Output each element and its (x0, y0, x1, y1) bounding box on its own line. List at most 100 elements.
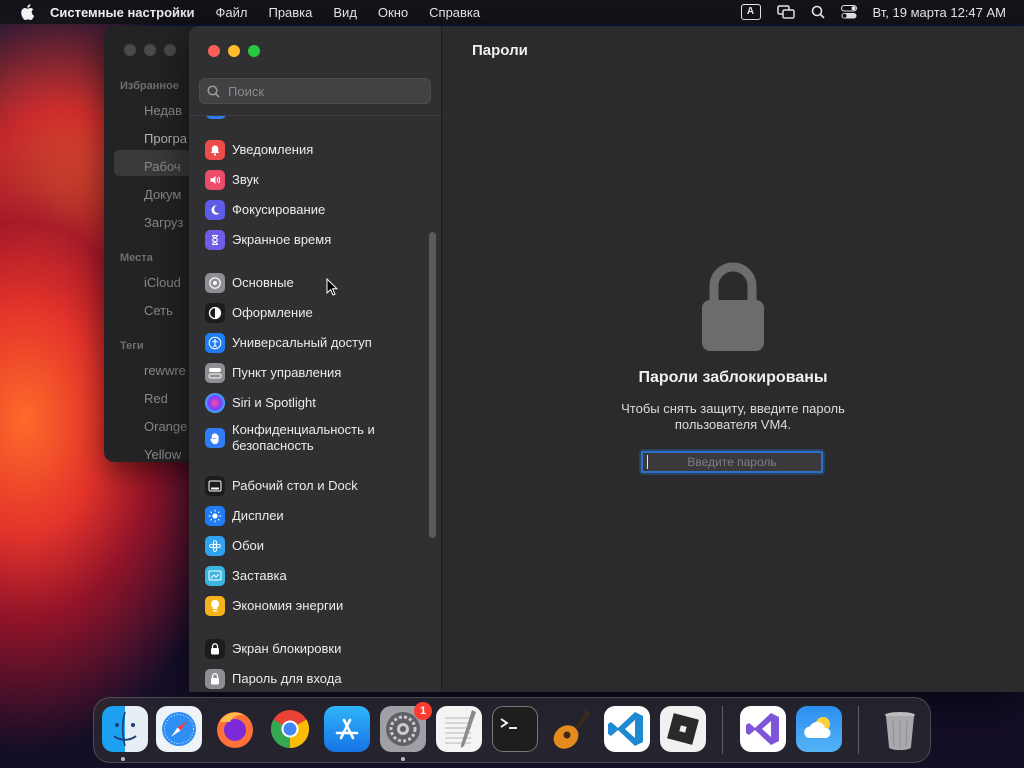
sidebar-item-screen-time[interactable]: Экранное время (205, 228, 427, 252)
bulb-icon (205, 596, 225, 616)
dock-roblox[interactable] (660, 706, 706, 752)
sidebar-item-control-center[interactable]: Пункт управления (205, 361, 427, 385)
sidebar-item-accessibility[interactable]: Универсальный доступ (205, 331, 427, 355)
sidebar-item-login-password[interactable]: Пароль для входа (205, 667, 427, 691)
dock-textedit[interactable] (436, 706, 482, 752)
sidebar-item-energy-saver[interactable]: Экономия энергии (205, 594, 427, 618)
dock-icon (205, 476, 225, 496)
running-indicator (401, 757, 405, 761)
search-input[interactable] (226, 82, 420, 100)
sidebar-scrollbar[interactable] (429, 232, 436, 538)
menu-window[interactable]: Окно (378, 5, 408, 20)
sun-icon (205, 506, 225, 526)
app-store-icon (335, 718, 359, 740)
window-controls (208, 45, 260, 57)
screensaver-icon (205, 566, 225, 586)
finder-item[interactable]: Недав (144, 103, 182, 118)
zoom-button[interactable] (248, 45, 260, 57)
dock-vscode[interactable] (604, 706, 650, 752)
sidebar-item-label: Экранное время (232, 232, 332, 247)
sidebar-item-label: Обои (232, 538, 265, 553)
sidebar-list[interactable]: Уведомления Звук Фокусирование Экранное … (189, 116, 441, 692)
search-field[interactable] (199, 78, 431, 104)
dock-safari[interactable] (156, 706, 202, 752)
sidebar-item-screensaver[interactable]: Заставка (205, 564, 427, 588)
bell-icon (205, 140, 225, 160)
hand-icon (205, 428, 225, 448)
finder-tag[interactable]: Orange (144, 419, 187, 434)
firefox-icon (217, 712, 253, 748)
sidebar-item-label: Дисплеи (232, 508, 284, 523)
sidebar-item-lock-screen[interactable]: Экран блокировки (205, 637, 427, 661)
sidebar-item-label: Звук (232, 172, 259, 187)
passwords-pane: Пароли Пароли заблокированы Чтобы снять … (442, 26, 1024, 692)
password-field[interactable] (641, 451, 823, 473)
dock-garageband[interactable] (548, 706, 594, 752)
menu-bar: Системные настройки Файл Правка Вид Окно… (0, 0, 1024, 24)
finder-item[interactable]: Програ (144, 131, 187, 146)
dock-firefox[interactable] (212, 706, 258, 752)
spotlight-search-icon[interactable] (811, 5, 825, 19)
sidebar-item-label: Экономия энергии (232, 598, 344, 613)
menu-clock[interactable]: Вт, 19 марта 12:47 AM (873, 5, 1006, 20)
sidebar-item-siri-spotlight[interactable]: Siri и Spotlight (205, 391, 427, 415)
hourglass-icon (205, 230, 225, 250)
sidebar-item-label: Экран блокировки (232, 641, 342, 656)
finder-tag[interactable]: Yellow (144, 447, 181, 462)
sidebar-item-label: Оформление (232, 305, 313, 320)
dock-app-store[interactable] (324, 706, 370, 752)
close-button[interactable] (208, 45, 220, 57)
appearance-icon (205, 303, 225, 323)
finder-item[interactable]: iCloud (144, 275, 181, 290)
menu-app-name[interactable]: Системные настройки (50, 5, 195, 20)
dock: 1 (93, 697, 931, 763)
minimize-button[interactable] (228, 45, 240, 57)
input-source-icon[interactable]: A (740, 4, 761, 20)
sidebar-item-sound[interactable]: Звук (205, 168, 427, 192)
textedit-icon (445, 710, 476, 748)
menu-edit[interactable]: Правка (268, 5, 312, 20)
sidebar-item-appearance[interactable]: Оформление (205, 301, 427, 325)
finder-item[interactable]: Докум (144, 187, 181, 202)
menu-view[interactable]: Вид (333, 5, 357, 20)
finder-item[interactable]: Рабоч (144, 159, 181, 174)
finder-item[interactable]: Сеть (144, 303, 173, 318)
finder-item[interactable]: Загруз (144, 215, 183, 230)
finder-tag[interactable]: Red (144, 391, 168, 406)
sidebar-item-label: Siri и Spotlight (232, 395, 316, 410)
sidebar-item-wallpaper[interactable]: Обои (205, 534, 427, 558)
apple-menu-icon[interactable] (20, 4, 34, 20)
sidebar-item-label: Пароль для входа (232, 671, 342, 686)
dock-trash[interactable] (877, 706, 923, 752)
trash-icon (885, 712, 915, 750)
settings-sidebar: Уведомления Звук Фокусирование Экранное … (189, 26, 442, 692)
roblox-icon (667, 713, 699, 745)
dock-visual-studio[interactable] (740, 706, 786, 752)
dock-terminal[interactable] (492, 706, 538, 752)
menu-file[interactable]: Файл (216, 5, 248, 20)
chrome-icon (270, 710, 310, 749)
screen-mirroring-icon[interactable] (776, 5, 795, 19)
page-title: Пароли (472, 42, 528, 59)
finder-section-places: Места (120, 252, 153, 264)
finder-tag[interactable]: rewwre (144, 363, 186, 378)
control-center-icon[interactable] (840, 5, 857, 19)
sidebar-item-label: Уведомления (232, 142, 314, 157)
dock-finder[interactable] (102, 706, 148, 752)
lock-icon (205, 669, 225, 689)
dock-weather[interactable] (796, 706, 842, 752)
sidebar-item-label: Заставка (232, 568, 287, 583)
dock-chrome[interactable] (267, 706, 313, 752)
weather-icon (804, 717, 831, 738)
sidebar-item-general[interactable]: Основные (205, 271, 427, 295)
sidebar-item-label: Фокусирование (232, 202, 326, 217)
sidebar-item-privacy[interactable]: Конфиденциальность и безопасность (205, 419, 427, 457)
sidebar-item-desktop-dock[interactable]: Рабочий стол и Dock (205, 474, 427, 498)
sidebar-item-focus[interactable]: Фокусирование (205, 198, 427, 222)
sidebar-item-notifications[interactable]: Уведомления (205, 138, 427, 162)
menu-help[interactable]: Справка (429, 5, 480, 20)
sidebar-item-displays[interactable]: Дисплеи (205, 504, 427, 528)
siri-icon (205, 393, 225, 413)
mouse-pointer-icon (326, 278, 338, 296)
moon-icon (205, 200, 225, 220)
